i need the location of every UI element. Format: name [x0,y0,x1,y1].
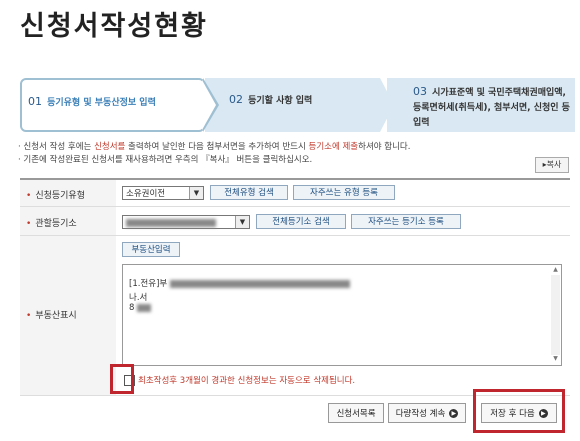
step-progress-bar: 02 등기할 사항 입력 03 시가표준액 및 국민주택채권매입액, 등록면허세… [20,78,575,134]
application-form: • 신청등기유형 소유권이전 ▼ 전체유형 검색 자주쓰는 유형 등록 • 관할등기… [20,178,570,396]
property-textarea[interactable]: [1.전유]부 나.서 8 ▲ ▼ [122,264,562,366]
scrollbar-track[interactable] [551,275,560,355]
step-1-current: 01 등기유형 및 부동산정보 입력 [20,78,205,132]
office-select[interactable]: ▼ [122,215,250,229]
application-list-button[interactable]: 신청서목록 [328,403,384,423]
form-row-reg-type: • 신청등기유형 소유권이전 ▼ 전체유형 검색 자주쓰는 유형 등록 [20,180,570,207]
required-marker: • [26,311,32,321]
auto-delete-label: 최초작성후 3개월이 경과한 신청정보는 자동으로 삭제됩니다. [138,376,356,386]
note-1-text-a: · 신청서 작성 후에는 [18,142,95,152]
office-search-button[interactable]: 전체등기소 검색 [256,214,346,229]
arrow-right-icon: ▶ [449,409,459,418]
multi-write-continue-button[interactable]: 다량작성 계속 ▶ [388,403,466,423]
reg-type-label: • 신청등기유형 [26,188,85,201]
copy-button[interactable]: ▸복사 [535,157,569,173]
step-2-number: 02 [229,93,243,106]
highlight-box-checkbox [110,364,134,394]
reg-type-select[interactable]: 소유권이전 ▼ [122,186,204,200]
office-label: • 관할등기소 [26,216,77,229]
form-row-property: • 부동산표시 부동산입력 [1.전유]부 나.서 8 ▲ ▼ 최초작성후 3개월… [20,236,570,396]
office-label-text: 관할등기소 [35,219,77,229]
reg-type-label-text: 신청등기유형 [35,191,85,201]
property-line-2: 나.서 [129,293,148,303]
step-1-number: 01 [28,95,42,108]
property-input-button[interactable]: 부동산입력 [122,242,180,257]
property-line-3: 8 [129,303,152,313]
scroll-down-icon[interactable]: ▼ [551,355,560,364]
instruction-notes: · 신청서 작성 후에는 신청서를 출력하여 날인한 다음 첨부서면을 추가하여… [18,141,410,167]
required-marker: • [26,219,32,229]
chevron-down-icon: ▼ [235,216,249,228]
highlight-box-save-next [473,389,565,433]
reg-type-favorite-button[interactable]: 자주쓰는 유형 등록 [293,185,395,200]
note-1-text-c: 하셔야 합니다. [358,142,411,152]
note-1-red-b: 등기소에 제출 [308,142,359,152]
property-label: • 부동산표시 [26,308,77,321]
redacted-value [126,218,216,227]
step-1-arrow-inner [202,80,216,130]
form-row-office: • 관할등기소 ▼ 전체등기소 검색 자주쓰는 등기소 등록 [20,207,570,236]
step-2: 02 등기할 사항 입력 [205,78,380,132]
multi-write-label: 다량작성 계속 [395,409,446,419]
step-2-label: 등기할 사항 입력 [248,96,313,106]
property-line-1: [1.전유]부 [129,277,350,289]
reg-type-search-button[interactable]: 전체유형 검색 [210,185,288,200]
step-3-number: 03 [413,85,427,98]
page-title: 신청서작성현황 [20,11,208,42]
note-1-text-b: 출력하여 날인한 다음 첨부서면을 추가하여 반드시 [125,142,309,152]
step-3-label: 시가표준액 및 국민주택채권매입액, 등록면허세(취득세), 첨부서면, 신청인… [413,88,570,128]
note-line-1: · 신청서 작성 후에는 신청서를 출력하여 날인한 다음 첨부서면을 추가하여… [18,141,410,154]
required-marker: • [26,191,32,201]
scroll-up-icon[interactable]: ▲ [551,266,560,275]
reg-type-selected: 소유권이전 [126,189,166,199]
step-3: 03 시가표준액 및 국민주택채권매입액, 등록면허세(취득세), 첨부서면, … [387,78,575,132]
chevron-down-icon: ▼ [189,187,203,199]
step-1-label: 등기유형 및 부동산정보 입력 [47,98,156,108]
note-1-red-a: 신청서를 [94,142,126,152]
property-label-text: 부동산표시 [35,311,77,321]
office-favorite-button[interactable]: 자주쓰는 등기소 등록 [351,214,461,229]
note-line-2: · 기존에 작성완료된 신청서를 재사용하려면 우측의 『복사』 버튼을 클릭하… [18,155,313,165]
